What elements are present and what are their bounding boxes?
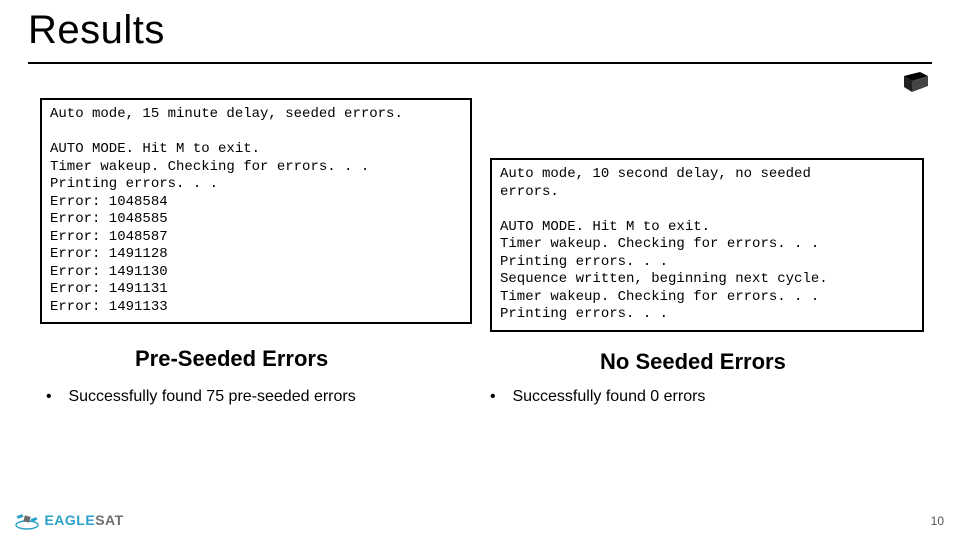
bullet-dot-icon: • — [490, 388, 508, 406]
page-title: Results — [28, 8, 165, 53]
terminal-right-body: AUTO MODE. Hit M to exit. Timer wakeup. … — [500, 219, 828, 323]
terminal-output-right: Auto mode, 10 second delay, no seeded er… — [490, 158, 924, 332]
logo-text-b: SAT — [95, 512, 123, 528]
bullet-left-text: Successfully found 75 pre-seeded errors — [68, 388, 355, 405]
terminal-output-left: Auto mode, 15 minute delay, seeded error… — [40, 98, 472, 324]
terminal-left-body: AUTO MODE. Hit M to exit. Timer wakeup. … — [50, 141, 369, 315]
terminal-right-header: Auto mode, 10 second delay, no seeded er… — [500, 166, 811, 200]
subheading-left: Pre-Seeded Errors — [135, 346, 328, 372]
satellite-icon — [14, 510, 40, 530]
bullet-left: • Successfully found 75 pre-seeded error… — [46, 388, 356, 406]
title-underline — [28, 62, 932, 64]
footer-logo: EAGLESAT — [14, 510, 124, 530]
subheading-right: No Seeded Errors — [600, 349, 786, 375]
terminal-left-header: Auto mode, 15 minute delay, seeded error… — [50, 106, 403, 122]
slide: Results Auto mode, 15 minute delay, seed… — [0, 0, 960, 540]
bullet-dot-icon: • — [46, 388, 64, 406]
bullet-right-text: Successfully found 0 errors — [512, 388, 705, 405]
bullet-right: • Successfully found 0 errors — [490, 388, 705, 406]
cube-icon — [896, 70, 930, 99]
logo-text-a: EAGLE — [44, 512, 95, 528]
page-number: 10 — [931, 514, 944, 528]
